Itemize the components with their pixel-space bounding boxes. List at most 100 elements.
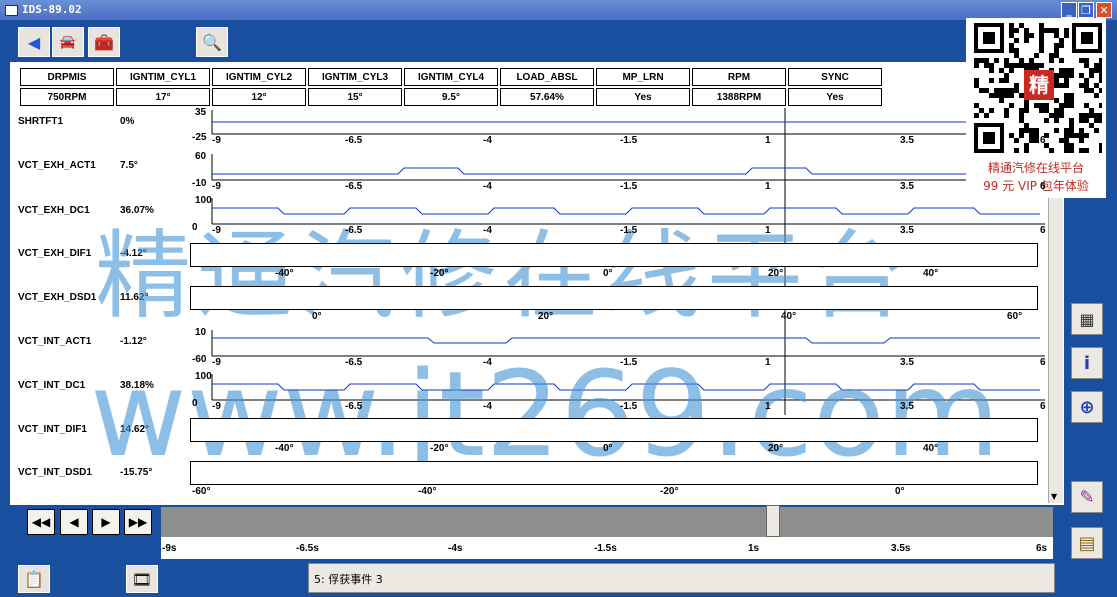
qr-module [1009, 43, 1014, 48]
qr-module [1079, 148, 1084, 153]
qr-module [1039, 103, 1044, 108]
qr-module [1079, 128, 1084, 133]
last-frame-button[interactable]: ▶▶ [124, 509, 152, 535]
timeline-track[interactable] [161, 507, 1053, 537]
time-tick-label: -6.5s [296, 543, 319, 554]
qr-module [1014, 53, 1019, 58]
qr-module [1019, 63, 1024, 68]
x-tick-label: -4 [483, 135, 492, 146]
qr-module [1024, 143, 1029, 148]
y-min-label: 0 [192, 222, 198, 233]
qr-module [1069, 98, 1074, 103]
info-icon[interactable]: i [1071, 347, 1103, 379]
qr-module [1069, 148, 1074, 153]
histogram-tick-label: 60° [1007, 311, 1023, 322]
qr-module [1094, 68, 1099, 73]
qr-module [1039, 23, 1044, 28]
qr-module [1034, 103, 1039, 108]
qr-module [1069, 103, 1074, 108]
qr-module [1059, 68, 1064, 73]
zoom-icon[interactable]: ⊕ [1071, 391, 1103, 423]
qr-module [994, 88, 999, 93]
qr-module [1024, 28, 1029, 33]
qr-module [1094, 118, 1099, 123]
select-icon[interactable]: ▦ [1071, 303, 1103, 335]
histogram-tick-label: -40° [418, 486, 437, 497]
qr-module [974, 58, 979, 63]
qr-module [1064, 78, 1069, 83]
qr-module [1004, 78, 1009, 83]
trace-line [212, 207, 1040, 215]
qr-module [1064, 28, 1069, 33]
x-tick-label: 1 [765, 401, 771, 412]
y-min-label: -10 [192, 178, 207, 189]
x-tick-label: -6.5 [345, 401, 363, 412]
qr-module [974, 103, 979, 108]
time-tick-label: 1s [748, 543, 760, 554]
qr-module [1009, 93, 1014, 98]
time-tick-label: -1.5s [594, 543, 617, 554]
qr-module [1044, 103, 1049, 108]
qr-module [1069, 143, 1074, 148]
qr-module [1064, 128, 1069, 133]
report-icon[interactable]: 📋 [18, 565, 50, 593]
qr-module [1069, 128, 1074, 133]
histogram-tick-label: -60° [192, 486, 211, 497]
qr-module [1099, 78, 1102, 83]
x-tick-label: 6 [1040, 225, 1046, 236]
x-tick-label: -6.5 [345, 135, 363, 146]
x-tick-label: -1.5 [620, 357, 638, 368]
trace-line [212, 337, 1040, 344]
first-frame-button[interactable]: ◀◀ [27, 509, 55, 535]
qr-module [1064, 133, 1069, 138]
qr-module [1009, 68, 1014, 73]
qr-module [1089, 123, 1094, 128]
qr-module [994, 93, 999, 98]
y-min-label: -60 [192, 354, 207, 365]
qr-module [1014, 48, 1019, 53]
qr-module [983, 132, 995, 144]
qr-module [1004, 113, 1009, 118]
histogram-box [190, 461, 1038, 485]
timeline-slider[interactable] [766, 505, 780, 537]
qr-module [1059, 73, 1064, 78]
qr-module [999, 98, 1004, 103]
qr-module [1054, 128, 1059, 133]
qr-module [1014, 63, 1019, 68]
qr-module [1034, 133, 1039, 138]
qr-module [1004, 73, 1009, 78]
qr-module [1004, 88, 1009, 93]
qr-module [1049, 28, 1054, 33]
film-icon[interactable]: 🎞 [126, 565, 158, 593]
qr-module [1079, 58, 1084, 63]
qr-module [1089, 113, 1094, 118]
y-max-label: 60 [195, 151, 207, 162]
qr-module [1004, 108, 1009, 113]
qr-module [1024, 38, 1029, 43]
qr-module [1064, 103, 1069, 108]
qr-module [1019, 113, 1024, 118]
y-max-label: 35 [195, 107, 207, 118]
next-frame-button[interactable]: ▶ [92, 509, 120, 535]
scroll-down-icon[interactable]: ▼ [1051, 492, 1057, 501]
qr-module [1059, 58, 1064, 63]
prev-frame-button[interactable]: ◀ [60, 509, 88, 535]
qr-module [1059, 138, 1064, 143]
qr-module [1049, 53, 1054, 58]
qr-module [1099, 58, 1102, 63]
x-tick-label: -9 [212, 357, 221, 368]
qr-module [1064, 98, 1069, 103]
qr-module [1059, 108, 1064, 113]
qr-module [1004, 58, 1009, 63]
x-tick-label: 6 [1040, 181, 1046, 192]
x-tick-label: 6 [1040, 401, 1046, 412]
qr-module [1054, 83, 1059, 88]
eraser-icon[interactable]: ✎ [1071, 481, 1103, 513]
files-icon[interactable]: ▤ [1071, 527, 1103, 559]
histogram-tick-label: -20° [660, 486, 679, 497]
qr-module [1084, 113, 1089, 118]
qr-module [1064, 143, 1069, 148]
qr-module [1099, 88, 1102, 93]
qr-module [1034, 128, 1039, 133]
qr-module [1054, 28, 1059, 33]
